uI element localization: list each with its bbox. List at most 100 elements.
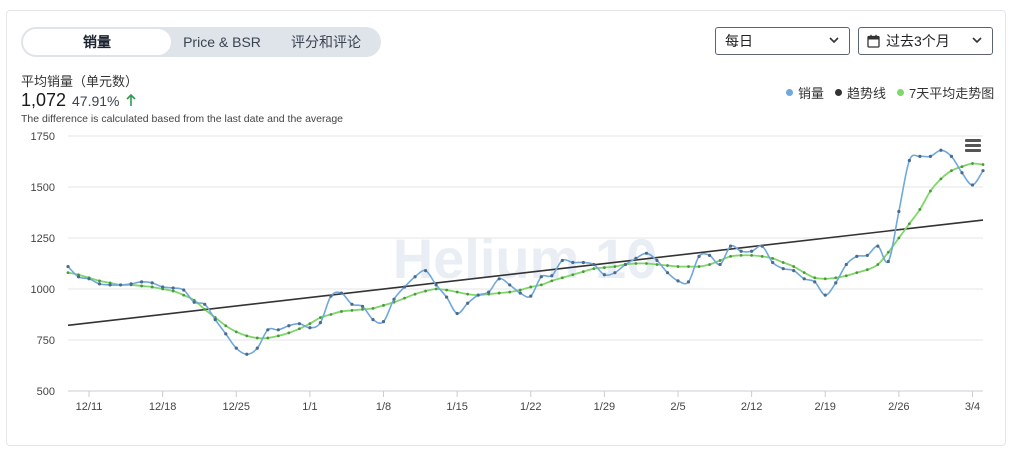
avg-point bbox=[224, 324, 228, 328]
x-tick-label: 1/15 bbox=[446, 401, 467, 413]
avg-point bbox=[844, 274, 848, 278]
sales-point bbox=[434, 283, 438, 287]
y-tick-label: 1500 bbox=[31, 182, 55, 194]
sales-point bbox=[560, 258, 564, 263]
sales-point bbox=[402, 285, 407, 289]
avg-point bbox=[413, 292, 417, 296]
avg-point bbox=[340, 310, 343, 313]
avg-point bbox=[886, 250, 890, 254]
sales-point bbox=[949, 154, 954, 158]
line-chart: Helium 10500750100012501500175012/11 12/1… bbox=[31, 131, 985, 413]
avg-point bbox=[666, 264, 669, 267]
avg-point bbox=[350, 309, 354, 312]
x-tick-label: 1/22 bbox=[520, 401, 541, 413]
sales-point bbox=[118, 283, 123, 287]
sales-point bbox=[907, 158, 911, 163]
avg-point bbox=[834, 276, 838, 280]
avg-point bbox=[971, 162, 974, 165]
avg-point bbox=[918, 208, 922, 211]
x-tick-label: 1/1 bbox=[302, 401, 317, 413]
sales-point bbox=[718, 262, 722, 267]
x-tick-label: 12/25 bbox=[223, 401, 251, 413]
sales-point bbox=[129, 282, 133, 286]
sales-point bbox=[855, 254, 859, 258]
sales-point bbox=[87, 277, 91, 281]
y-tick-label: 1750 bbox=[31, 131, 55, 143]
avg-point bbox=[613, 265, 617, 268]
sales-point bbox=[897, 209, 901, 214]
sales-point bbox=[886, 259, 890, 264]
sales-point bbox=[518, 291, 522, 295]
sales-point bbox=[918, 154, 922, 158]
avg-point bbox=[655, 263, 659, 266]
sales-point bbox=[876, 244, 880, 248]
avg-point bbox=[255, 336, 259, 340]
x-tick-label: 2/19 bbox=[815, 401, 836, 413]
sales-point bbox=[539, 275, 543, 279]
avg-point bbox=[445, 288, 449, 292]
avg-point bbox=[823, 277, 827, 281]
sales-point bbox=[571, 260, 575, 265]
avg-point bbox=[171, 289, 175, 293]
avg-point bbox=[276, 334, 280, 338]
sales-point bbox=[781, 267, 785, 271]
avg-point bbox=[634, 262, 638, 265]
sales-point bbox=[466, 301, 470, 305]
x-tick-label: 2/26 bbox=[888, 401, 909, 413]
sales-point bbox=[224, 332, 228, 336]
sales-point bbox=[140, 280, 144, 284]
sales-point bbox=[676, 279, 680, 283]
y-tick-label: 500 bbox=[37, 386, 55, 398]
avg-point bbox=[497, 291, 501, 295]
sales-point bbox=[613, 271, 617, 275]
avg-point bbox=[234, 330, 238, 334]
avg-point bbox=[455, 290, 459, 294]
avg-point bbox=[266, 336, 270, 340]
sales-point bbox=[161, 285, 165, 289]
sales-point bbox=[413, 275, 417, 279]
avg-point bbox=[560, 276, 564, 280]
sales-point bbox=[750, 249, 754, 253]
y-tick-label: 750 bbox=[37, 335, 55, 347]
sales-point bbox=[318, 321, 323, 325]
avg-point bbox=[403, 296, 406, 300]
sales-point bbox=[255, 346, 259, 350]
sales-point bbox=[644, 251, 649, 255]
sales-point bbox=[350, 302, 354, 306]
avg-point bbox=[718, 259, 722, 262]
avg-point bbox=[581, 270, 585, 274]
avg-point bbox=[140, 284, 144, 288]
avg-point bbox=[697, 265, 701, 268]
sales-point bbox=[813, 280, 817, 284]
avg-point bbox=[708, 263, 711, 266]
avg-point bbox=[539, 283, 543, 287]
sales-point bbox=[150, 281, 154, 285]
avg-point bbox=[592, 267, 596, 270]
avg-point bbox=[361, 308, 364, 311]
avg-point bbox=[66, 271, 70, 275]
avg-point bbox=[792, 265, 796, 268]
sales-point bbox=[66, 264, 70, 269]
sales-point bbox=[865, 253, 869, 257]
avg-point bbox=[960, 165, 964, 169]
sales-point bbox=[423, 269, 428, 273]
avg-point bbox=[371, 306, 375, 310]
x-tick-label: 1/29 bbox=[594, 401, 615, 413]
sales-point bbox=[360, 304, 365, 308]
avg-point bbox=[434, 287, 438, 291]
avg-point bbox=[760, 254, 764, 258]
sales-point bbox=[728, 244, 733, 248]
avg-point bbox=[897, 236, 901, 240]
x-tick-label: 12/18 bbox=[149, 401, 177, 413]
sales-point bbox=[234, 346, 238, 350]
avg-point bbox=[529, 285, 533, 289]
avg-point bbox=[750, 253, 754, 257]
avg-point bbox=[876, 263, 880, 266]
sales-point bbox=[823, 293, 827, 297]
sales-point bbox=[182, 288, 186, 292]
sales-point bbox=[203, 302, 207, 306]
avg-point bbox=[687, 265, 690, 268]
sales-point bbox=[655, 258, 659, 263]
avg-point bbox=[645, 262, 648, 265]
sales-point bbox=[108, 283, 112, 287]
